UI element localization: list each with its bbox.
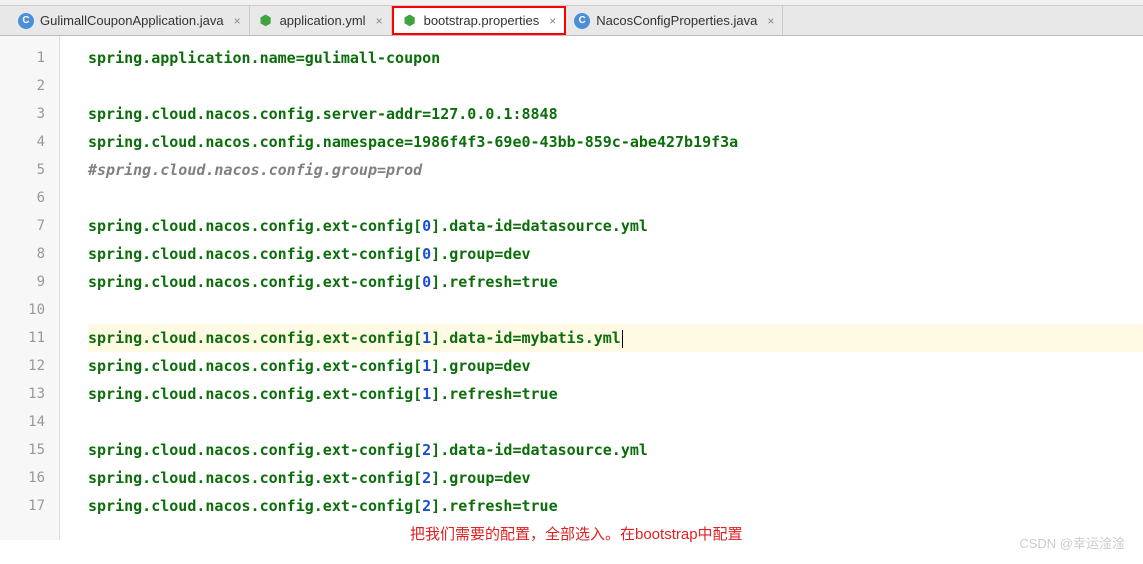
tab-gulimall-coupon-app[interactable]: C GulimallCouponApplication.java × [10,6,250,35]
code-line: spring.cloud.nacos.config.ext-config[0].… [88,240,1143,268]
java-file-icon: C [574,13,590,29]
tab-label: GulimallCouponApplication.java [40,13,224,28]
tab-label: NacosConfigProperties.java [596,13,757,28]
code-line: #spring.cloud.nacos.config.group=prod [88,156,1143,184]
code-area[interactable]: spring.application.name=gulimall-coupon … [60,36,1143,540]
code-line [88,184,1143,212]
line-number-gutter: 1 2 3 4 5 6 7 8 9 10 11 12 13 14 15 16 1… [0,36,60,540]
properties-file-icon: ⬢ [402,13,418,29]
code-line [88,296,1143,324]
tab-bootstrap-properties[interactable]: ⬢ bootstrap.properties × [392,6,567,35]
code-line: spring.cloud.nacos.config.server-addr=12… [88,100,1143,128]
code-line: spring.application.name=gulimall-coupon [88,44,1143,72]
code-line: spring.cloud.nacos.config.ext-config[1].… [88,380,1143,408]
code-line: spring.cloud.nacos.config.ext-config[2].… [88,492,1143,520]
code-line: spring.cloud.nacos.config.ext-config[0].… [88,212,1143,240]
tab-label: application.yml [280,13,366,28]
close-icon[interactable]: × [767,14,774,28]
text-caret [622,330,623,348]
code-line [88,72,1143,100]
close-icon[interactable]: × [234,14,241,28]
code-line: spring.cloud.nacos.config.ext-config[0].… [88,268,1143,296]
code-line [88,408,1143,436]
tab-application-yml[interactable]: ⬢ application.yml × [250,6,392,35]
code-line: spring.cloud.nacos.config.ext-config[2].… [88,436,1143,464]
code-line: spring.cloud.nacos.config.ext-config[1].… [88,324,1143,352]
code-line: spring.cloud.nacos.config.ext-config[2].… [88,464,1143,492]
close-icon[interactable]: × [376,14,383,28]
tab-nacos-config-properties[interactable]: C NacosConfigProperties.java × [566,6,783,35]
watermark-text: CSDN @幸运淦淦 [1019,533,1125,552]
code-line: spring.cloud.nacos.config.namespace=1986… [88,128,1143,156]
annotation-text: 把我们需要的配置，全部选入。在bootstrap中配置 [410,523,743,544]
code-editor[interactable]: 1 2 3 4 5 6 7 8 9 10 11 12 13 14 15 16 1… [0,36,1143,540]
editor-tabs: C GulimallCouponApplication.java × ⬢ app… [0,6,1143,36]
tab-label: bootstrap.properties [424,13,540,28]
code-line: spring.cloud.nacos.config.ext-config[1].… [88,352,1143,380]
close-icon[interactable]: × [549,14,556,28]
java-file-icon: C [18,13,34,29]
yml-file-icon: ⬢ [258,13,274,29]
